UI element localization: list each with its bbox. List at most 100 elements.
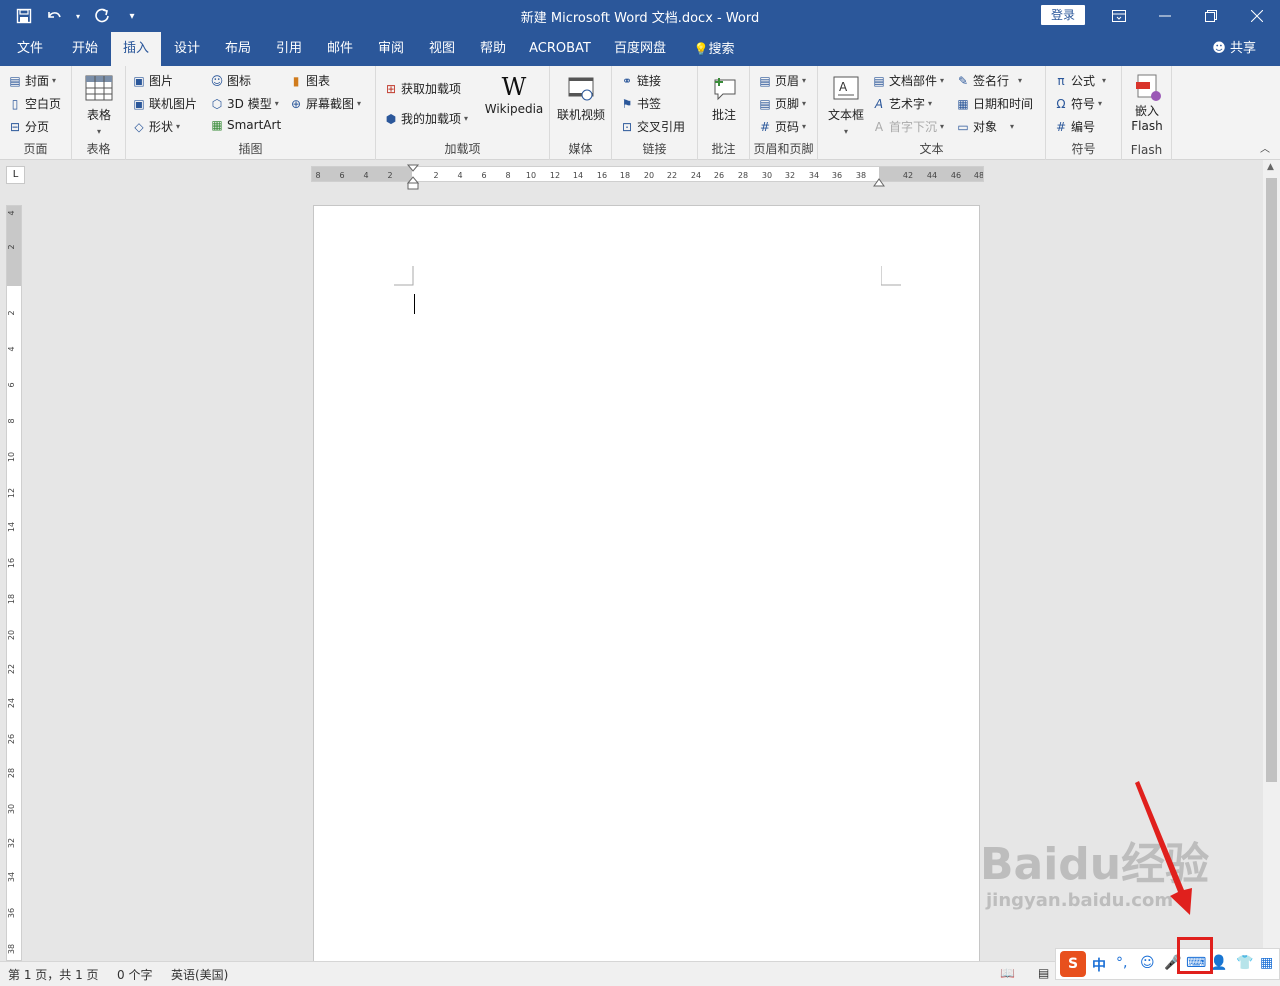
word-count[interactable]: 0 个字 xyxy=(117,966,152,983)
page-count[interactable]: 第 1 页，共 1 页 xyxy=(8,966,99,983)
scrollbar-thumb[interactable] xyxy=(1266,178,1277,782)
tab-baidu-netdisk[interactable]: 百度网盘 xyxy=(606,32,674,66)
close-icon[interactable] xyxy=(1234,0,1280,32)
screenshot-button[interactable]: ⊕ 屏幕截图 ▾ xyxy=(289,95,361,112)
object-button[interactable]: ▭ 对象 ▾ xyxy=(956,118,1014,135)
tab-review[interactable]: 审阅 xyxy=(366,32,416,66)
flash-icon xyxy=(1136,74,1161,101)
drop-cap-label: 首字下沉 xyxy=(889,120,938,134)
tab-help[interactable]: 帮助 xyxy=(468,32,518,66)
login-button[interactable]: 登录 xyxy=(1041,5,1085,25)
chevron-down-icon[interactable]: ▾ xyxy=(74,6,82,26)
redo-icon[interactable] xyxy=(92,6,112,26)
cross-reference-button[interactable]: ⊡ 交叉引用 xyxy=(620,118,685,135)
vertical-ruler[interactable]: 4 2 2 4 6 8 10 12 14 16 18 20 22 24 26 28 30 32 34 36 38 xyxy=(6,205,22,961)
page-break-button[interactable]: ⊟ 分页 xyxy=(8,118,49,135)
group-header-footer: ▤ 页眉 ▾ ▤ 页脚 ▾ # 页码 ▾ 页眉和页脚 xyxy=(750,66,818,160)
online-picture-button[interactable]: ▣ 联机图片 xyxy=(132,95,197,112)
table-button[interactable]: 表格 ▾ xyxy=(82,74,116,137)
tab-acrobat[interactable]: ACROBAT xyxy=(524,32,596,66)
title-bar: ▾ ▾ 新建 Microsoft Word 文档.docx - Word 登录 xyxy=(0,0,1280,32)
vertical-ruler-tick-label: 28 xyxy=(7,768,16,778)
drop-cap-button[interactable]: A 首字下沉 ▾ xyxy=(872,118,944,135)
language-indicator[interactable]: 英语(美国) xyxy=(171,966,228,983)
wordart-button[interactable]: A 艺术字 ▾ xyxy=(872,95,932,112)
picture-icon: ▣ xyxy=(133,73,145,88)
footer-button[interactable]: ▤ 页脚 ▾ xyxy=(758,95,806,112)
tab-view[interactable]: 视图 xyxy=(417,32,467,66)
chevron-down-icon: ▾ xyxy=(802,76,807,85)
tab-search[interactable]: 💡搜索 xyxy=(688,32,740,66)
ime-mode-toggle[interactable]: 中 xyxy=(1092,955,1106,975)
tab-home[interactable]: 开始 xyxy=(60,32,110,66)
vertical-ruler-ticks: 422468101214161820222426283032343638 xyxy=(7,210,16,954)
ruler-tick-label: 12 xyxy=(550,171,560,180)
chart-button[interactable]: ▮ 图表 xyxy=(289,72,330,89)
tab-layout[interactable]: 布局 xyxy=(213,32,263,66)
collapse-ribbon-icon[interactable]: ︿ xyxy=(1260,140,1270,155)
get-addins-button[interactable]: ⊞ 获取加载项 xyxy=(384,80,461,97)
my-addins-button[interactable]: ⬢ 我的加载项 ▾ xyxy=(384,110,468,127)
customize-qat-icon[interactable]: ▾ xyxy=(122,6,142,26)
scroll-up-icon[interactable]: ▲ xyxy=(1267,162,1274,172)
chevron-down-icon: ▾ xyxy=(1102,76,1107,85)
vertical-ruler-tick-label: 20 xyxy=(7,630,16,640)
bookmark-button[interactable]: ⚑ 书签 xyxy=(620,95,661,112)
skin-icon[interactable]: 👕 xyxy=(1236,955,1253,971)
smartart-button[interactable]: ▦ SmartArt xyxy=(210,118,281,132)
vertical-scrollbar[interactable]: ▲ ▼ xyxy=(1263,160,1280,961)
header-button[interactable]: ▤ 页眉 ▾ xyxy=(758,72,806,89)
ribbon-display-options-icon[interactable] xyxy=(1096,0,1142,32)
picture-button[interactable]: ▣ 图片 xyxy=(132,72,173,89)
number-button[interactable]: # 编号 xyxy=(1054,118,1095,135)
equation-button[interactable]: π 公式 ▾ xyxy=(1054,72,1106,89)
blank-page-button[interactable]: ▯ 空白页 xyxy=(8,95,61,112)
screenshot-icon: ⊕ xyxy=(290,96,302,111)
tab-selector[interactable]: L xyxy=(6,166,25,184)
punctuation-icon[interactable]: °, xyxy=(1116,955,1127,971)
online-video-button[interactable]: 联机视频 xyxy=(554,74,608,123)
ruler-tick-label: 32 xyxy=(785,171,795,180)
vertical-ruler-tick-label: 36 xyxy=(7,908,16,918)
my-addins-icon: ⬢ xyxy=(385,111,397,126)
save-icon[interactable] xyxy=(14,6,34,26)
smartart-label: SmartArt xyxy=(227,118,282,132)
icons-button[interactable]: ☺ 图标 xyxy=(210,72,251,89)
date-time-label: 日期和时间 xyxy=(973,97,1034,111)
cover-page-button[interactable]: ▤ 封面 ▾ xyxy=(8,72,56,89)
tab-insert[interactable]: 插入 xyxy=(111,32,161,66)
comment-icon xyxy=(714,78,736,101)
quick-parts-button[interactable]: ▤ 文档部件 ▾ xyxy=(872,72,944,89)
shapes-button[interactable]: ◇ 形状 ▾ xyxy=(132,118,180,135)
tab-mailings[interactable]: 邮件 xyxy=(315,32,365,66)
shapes-label: 形状 xyxy=(149,120,174,134)
3d-model-button[interactable]: ⬡ 3D 模型 ▾ xyxy=(210,95,279,112)
embed-flash-button[interactable]: 嵌入 Flash xyxy=(1126,72,1168,133)
bookmark-icon: ⚑ xyxy=(621,96,633,111)
ruler-tick-label: 4 xyxy=(363,171,368,180)
link-button[interactable]: ⚭ 链接 xyxy=(620,72,661,89)
undo-icon[interactable] xyxy=(44,6,64,26)
toolbox-icon[interactable]: ▦ xyxy=(1260,955,1273,971)
print-layout-icon[interactable]: ▤ xyxy=(1038,966,1049,980)
page-number-button[interactable]: # 页码 ▾ xyxy=(758,118,806,135)
restore-icon[interactable] xyxy=(1188,0,1234,32)
share-button[interactable]: ☻ 共享 xyxy=(1212,32,1256,66)
indent-marker-icon[interactable] xyxy=(406,164,420,193)
textbox-button[interactable]: A 文本框 ▾ xyxy=(822,74,870,137)
read-mode-icon[interactable]: 📖 xyxy=(1000,966,1015,980)
right-indent-marker-icon[interactable] xyxy=(873,176,885,190)
comment-button[interactable]: 批注 xyxy=(704,74,744,123)
tab-file[interactable]: 文件 xyxy=(8,32,52,66)
emoji-icon[interactable]: ☺ xyxy=(1140,955,1155,971)
wikipedia-button[interactable]: W Wikipedia xyxy=(482,72,546,116)
symbol-button[interactable]: Ω 符号 ▾ xyxy=(1054,95,1102,112)
document-page[interactable] xyxy=(313,205,980,962)
sogou-logo-icon[interactable]: S xyxy=(1060,951,1086,977)
minimize-icon[interactable] xyxy=(1142,0,1188,32)
annotation-arrow xyxy=(1135,781,1192,915)
tab-design[interactable]: 设计 xyxy=(162,32,212,66)
signature-line-button[interactable]: ✎ 签名行 ▾ xyxy=(956,72,1022,89)
date-time-button[interactable]: ▦ 日期和时间 xyxy=(956,95,1033,112)
tab-references[interactable]: 引用 xyxy=(264,32,314,66)
